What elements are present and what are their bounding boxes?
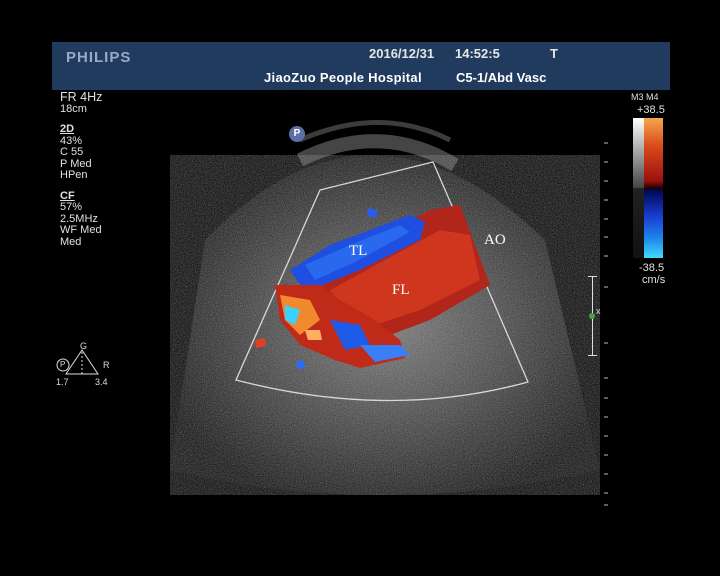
annotation-aorta: AO	[484, 232, 506, 248]
orientation-g: G	[80, 341, 88, 351]
annotation-false-lumen: FL	[392, 282, 410, 298]
mode-cf-setting: Med	[60, 235, 82, 248]
depth-value: 18cm	[60, 102, 87, 115]
focal-zone-bottom	[588, 355, 597, 356]
mode-2d-title: 2D	[60, 123, 75, 135]
annotation-true-lumen: TL	[349, 243, 368, 259]
orientation-left-value: 1.7	[56, 377, 69, 387]
orientation-p: P	[60, 360, 66, 369]
mode-cf-wall-filter: WF Med	[60, 224, 102, 236]
focal-zone-top	[588, 276, 597, 277]
focal-point-label: x	[596, 306, 601, 316]
ultrasound-image	[56, 120, 608, 506]
probe-position-badge: P	[289, 126, 305, 142]
mode-2d-harmonics: HPen	[60, 169, 88, 181]
orientation-right-value: 3.4	[95, 377, 108, 387]
color-velocity-bar	[633, 118, 663, 258]
velocity-max: +38.5	[637, 104, 665, 116]
focal-point-marker	[589, 313, 595, 319]
frame-rate: FR 4Hz	[60, 90, 103, 104]
velocity-min: -38.5	[639, 262, 665, 274]
grayscale-bar	[633, 118, 644, 258]
depth-scale	[604, 142, 608, 506]
mode-2d-compression: C 55	[60, 146, 84, 158]
color-bar	[644, 118, 663, 258]
orientation-r: R	[103, 360, 110, 370]
parameter-panel: FR 4Hz 18cm 2D 43% C 55 P Med HPen CF 57…	[60, 90, 103, 248]
color-map-label: M3 M4	[631, 92, 659, 102]
velocity-unit: cm/s	[642, 274, 666, 286]
mode-cf-gain: 57%	[60, 201, 83, 213]
